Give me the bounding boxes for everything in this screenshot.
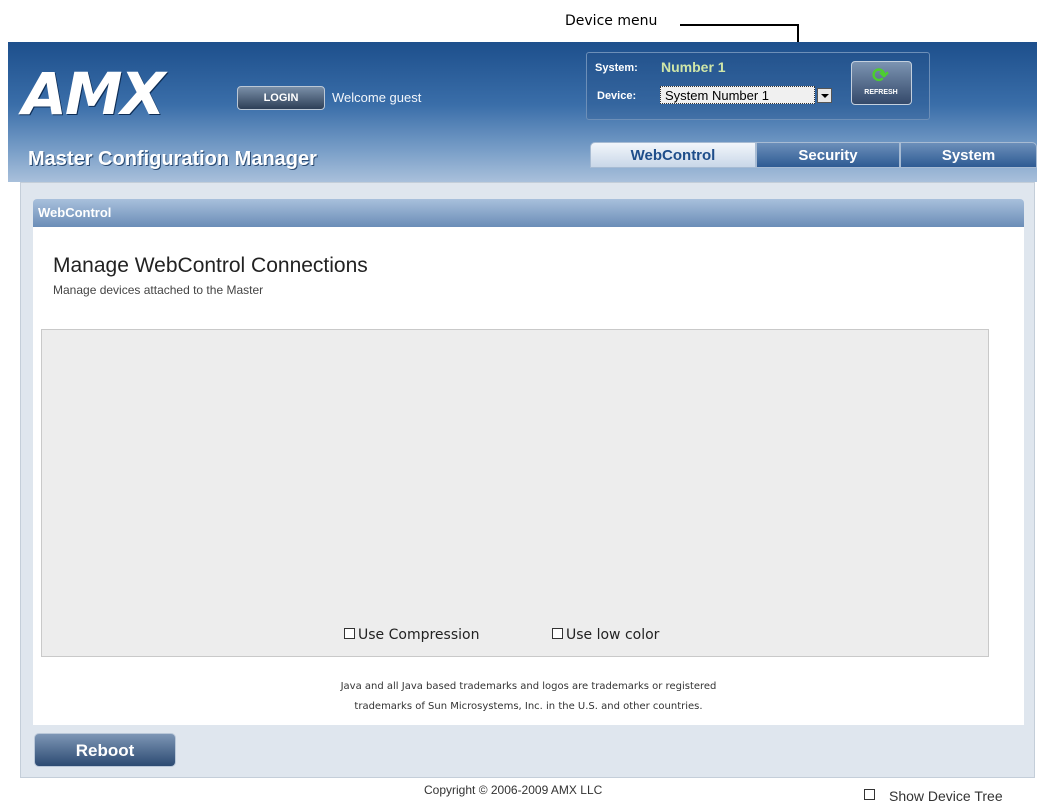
callout-line: [680, 24, 798, 26]
trademark-line-2: trademarks of Sun Microsystems, Inc. in …: [354, 701, 703, 712]
login-button[interactable]: LOGIN: [237, 86, 325, 110]
system-label: System:: [595, 62, 638, 74]
use-compression-checkbox[interactable]: [344, 628, 355, 639]
webcontrol-applet-area[interactable]: [41, 329, 989, 657]
page-title: Manage WebControl Connections: [53, 254, 368, 277]
use-compression-label[interactable]: Use Compression: [358, 627, 479, 643]
device-menu-callout-label: Device menu: [565, 13, 658, 29]
refresh-label[interactable]: REFRESH: [853, 89, 909, 96]
page-subtitle: Manage devices attached to the Master: [53, 283, 264, 297]
app-title: Master Configuration Manager: [28, 148, 317, 170]
show-device-tree-checkbox[interactable]: [864, 789, 875, 800]
copyright-text: Copyright © 2006-2009 AMX LLC: [424, 783, 603, 797]
tab-security[interactable]: Security: [756, 142, 900, 168]
tab-webcontrol[interactable]: WebControl: [590, 142, 756, 168]
welcome-text: Welcome guest: [332, 90, 422, 105]
system-value: Number 1: [661, 59, 726, 75]
section-header-bar: [33, 199, 1024, 227]
tab-system[interactable]: System: [900, 142, 1037, 168]
trademark-line-1: Java and all Java based trademarks and l…: [340, 681, 717, 692]
section-title: WebControl: [38, 205, 112, 220]
device-select[interactable]: System Number 1: [660, 86, 815, 104]
amx-logo: AMX: [22, 60, 165, 128]
chevron-down-icon[interactable]: [817, 88, 832, 103]
use-low-color-checkbox[interactable]: [552, 628, 563, 639]
device-label: Device:: [597, 90, 637, 102]
reboot-button[interactable]: Reboot: [34, 733, 176, 767]
show-device-tree-label[interactable]: Show Device Tree: [889, 788, 1003, 804]
refresh-icon[interactable]: ⟳: [872, 66, 889, 86]
trademark-notice: Java and all Java based trademarks and l…: [33, 677, 1024, 717]
use-low-color-label[interactable]: Use low color: [566, 627, 659, 643]
